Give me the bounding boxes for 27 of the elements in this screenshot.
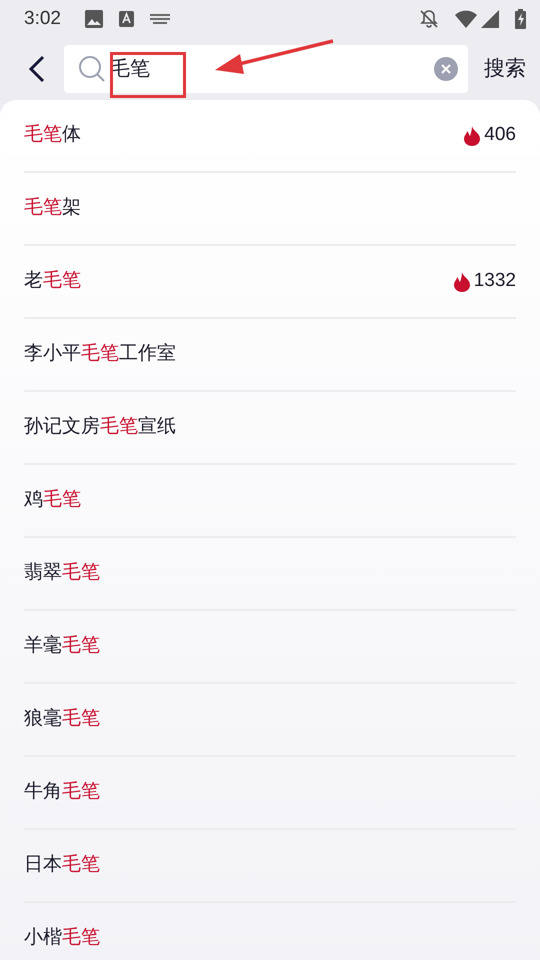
image-icon [84, 10, 103, 28]
suggestion-text[interactable]: 老毛笔 [24, 267, 454, 296]
suggestion-text[interactable]: 狼毫毛笔 [24, 705, 516, 734]
search-button[interactable]: 搜索 [468, 53, 526, 85]
clear-button[interactable] [434, 57, 458, 81]
flame-icon [454, 272, 470, 292]
hot-count: 406 [484, 123, 516, 148]
wifi-icon [455, 10, 477, 28]
suggestion-text[interactable]: 日本毛笔 [24, 851, 516, 880]
font-icon [118, 11, 134, 27]
suggestion-text[interactable]: 毛笔体 [24, 121, 464, 150]
suggestion-text[interactable]: 牛角毛笔 [24, 778, 516, 807]
hot-count: 1332 [474, 269, 516, 294]
suggestion-text[interactable]: 孙记文房毛笔宣纸 [24, 413, 516, 442]
status-time: 3:02 [24, 6, 61, 31]
suggestion-text[interactable]: 鸡毛笔 [24, 486, 516, 515]
signal-icon [481, 10, 499, 28]
suggestion-text[interactable]: 小楷毛笔 [24, 924, 516, 953]
flame-icon [464, 126, 480, 146]
suggestion-text[interactable]: 李小平毛笔工作室 [24, 340, 516, 369]
battery-icon [515, 9, 526, 29]
suggestion-text[interactable]: 羊毫毛笔 [24, 632, 516, 661]
suggestion-text[interactable]: 毛笔架 [24, 194, 516, 223]
suggestion-text[interactable]: 翡翠毛笔 [24, 559, 516, 588]
keyboard-icon [150, 14, 170, 24]
search-icon [78, 55, 106, 83]
bell-off-icon [419, 9, 439, 29]
